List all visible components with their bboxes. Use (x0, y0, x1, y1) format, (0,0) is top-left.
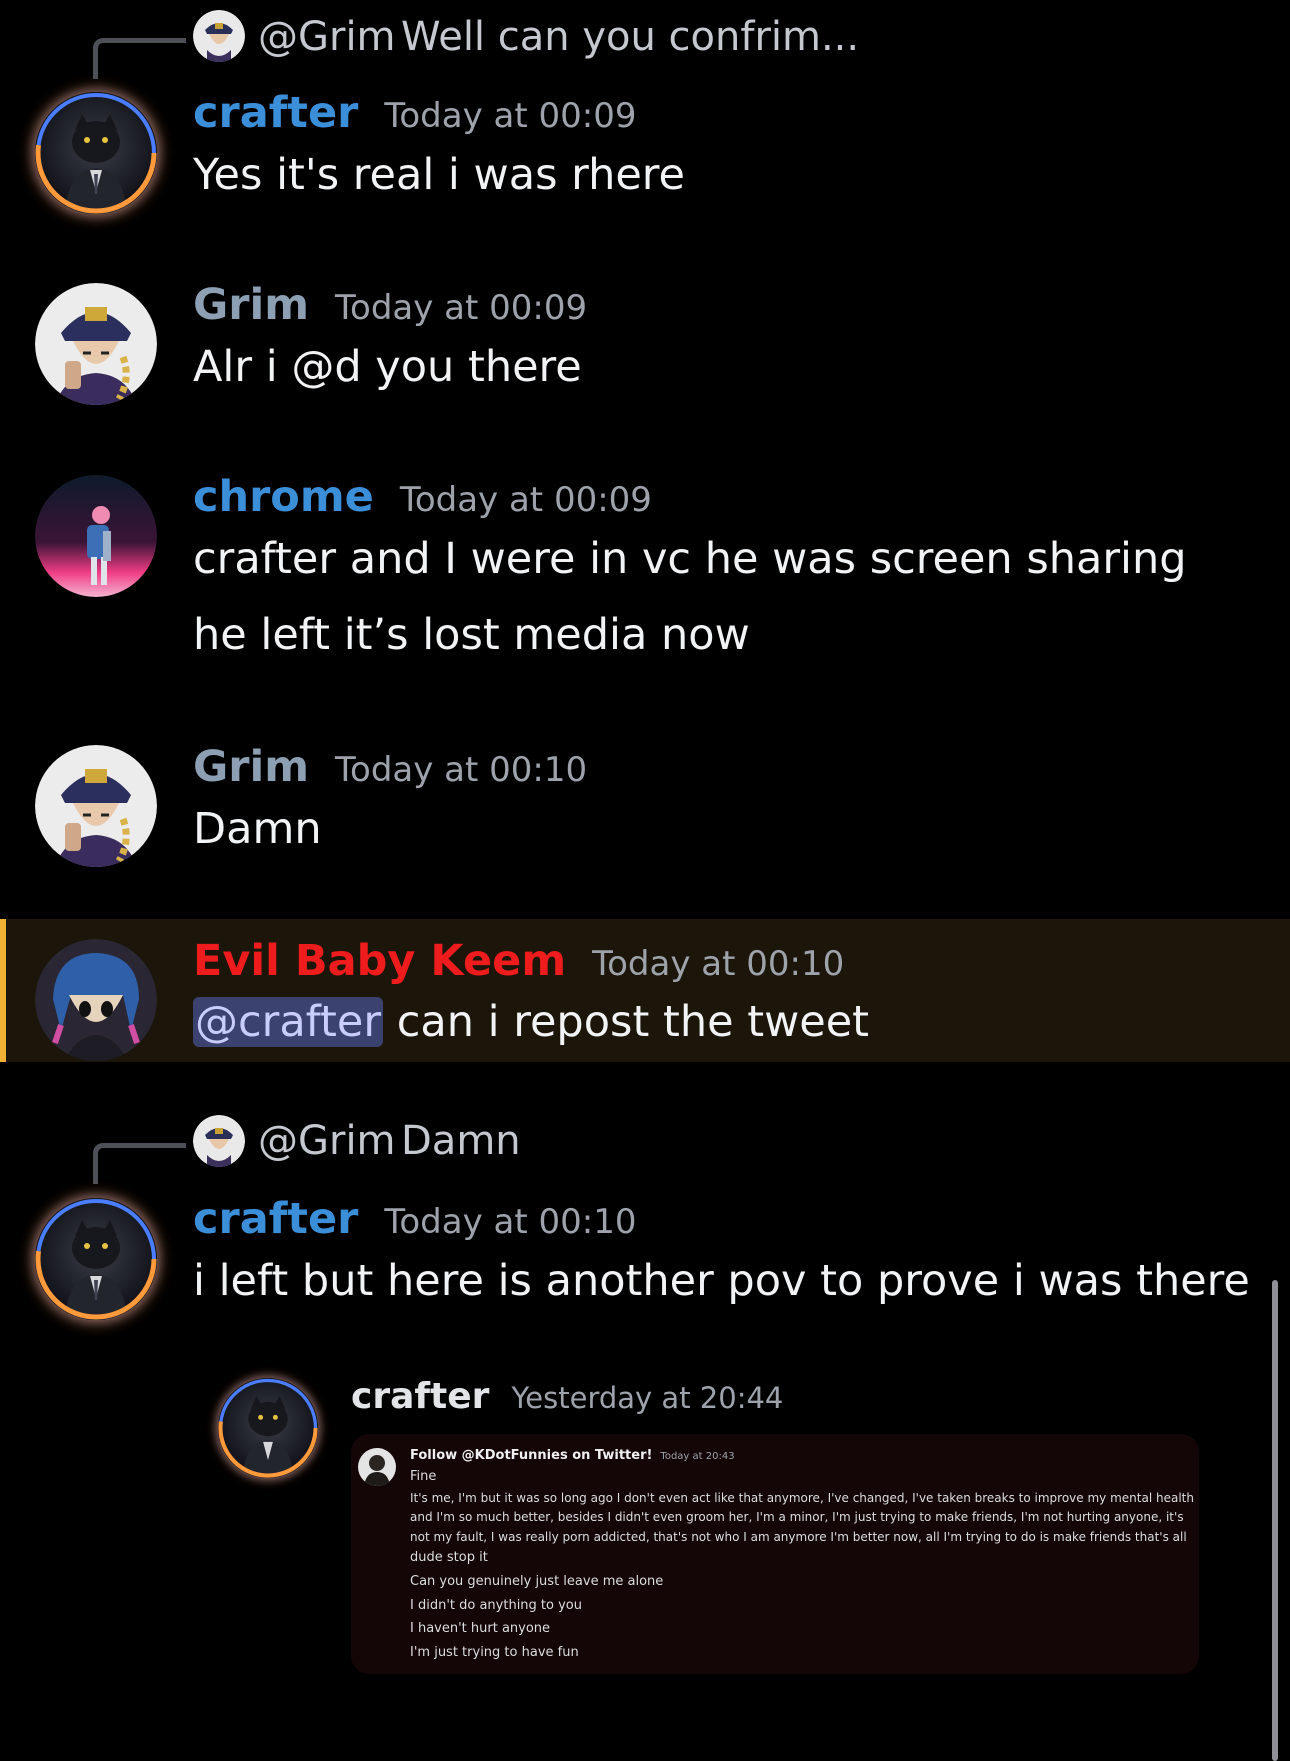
avatar[interactable] (35, 939, 157, 1061)
timestamp: Today at 00:10 (384, 1202, 637, 1242)
message-text: Yes it's real i was rhere (193, 150, 685, 200)
reply-avatar (193, 10, 245, 62)
embed-timestamp: Today at 20:43 (660, 1451, 735, 1462)
message-grim-1: Grim Today at 00:09 Alr i @d you there (0, 280, 1290, 405)
timestamp: Today at 00:09 (384, 96, 637, 136)
timestamp: Today at 00:09 (399, 480, 652, 520)
reply-preview[interactable]: @Grim Damn (0, 1115, 1290, 1184)
message-chrome: chrome Today at 00:09 crafter and I were… (0, 472, 1290, 674)
message-crafter-1: crafter Today at 00:09 Yes it's real i w… (0, 88, 1290, 214)
embed-line: Can you genuinely just leave me alone (410, 1574, 664, 1589)
embed-header: Follow @KDotFunnies on Twitter! Today at… (410, 1448, 735, 1463)
attachment-avatar (218, 1378, 318, 1478)
embed-line: I'm just trying to have fun (410, 1645, 579, 1660)
message-header: crafter Today at 00:09 (193, 88, 636, 138)
embed-username: Follow @KDotFunnies on Twitter! (410, 1448, 653, 1463)
reply-username[interactable]: @Grim (258, 14, 396, 60)
message-body: @crafter can i repost the tweet (193, 997, 869, 1047)
reply-avatar (193, 1115, 245, 1167)
reply-connector (93, 1143, 186, 1184)
embed-line: I didn't do anything to you (410, 1598, 583, 1613)
message-header: chrome Today at 00:09 (193, 472, 652, 522)
message-crafter-2: crafter Today at 00:10 i left but here i… (0, 1194, 1290, 1336)
reply-username[interactable]: @Grim (258, 1118, 396, 1164)
message-text-line-1: crafter and I were in vc he was screen s… (193, 534, 1187, 584)
attachment-username: crafter (351, 1376, 490, 1417)
reply-snippet: Well can you confrim... (401, 14, 860, 60)
attachment-header: crafter Yesterday at 20:44 (351, 1376, 783, 1417)
message-grim-2: Grim Today at 00:10 Damn (0, 742, 1290, 867)
embed-line: and I'm so much better, besides I didn't… (410, 1510, 1184, 1524)
embed-line: dude stop it (410, 1550, 488, 1565)
mention-highlight-bar (0, 919, 6, 1062)
embed-line: I haven't hurt anyone (410, 1621, 551, 1636)
attachment-timestamp: Yesterday at 20:44 (511, 1381, 784, 1415)
avatar[interactable] (35, 92, 157, 214)
attachment-image-content: Follow @KDotFunnies on Twitter! Today at… (351, 1434, 1199, 1674)
timestamp: Today at 00:09 (335, 288, 588, 328)
avatar[interactable] (35, 745, 157, 867)
username[interactable]: chrome (193, 472, 374, 522)
embed-line: not my fault, I was really porn addicted… (410, 1530, 1187, 1544)
message-header: Grim Today at 00:10 (193, 742, 587, 792)
username[interactable]: Grim (193, 742, 309, 792)
message-text-line-2: he left it’s lost media now (193, 610, 750, 660)
timestamp: Today at 00:10 (335, 750, 588, 790)
message-text: Damn (193, 804, 322, 854)
message-header: Evil Baby Keem Today at 00:10 (193, 936, 844, 986)
message-text: i left but here is another pov to prove … (193, 1256, 1250, 1306)
embed-line: It's me, I'm but it was so long ago I do… (410, 1491, 1194, 1505)
embed-line: Fine (410, 1469, 437, 1484)
embed-avatar (358, 1448, 396, 1486)
message-text: can i repost the tweet (396, 997, 870, 1047)
username[interactable]: crafter (193, 1194, 358, 1244)
username[interactable]: Evil Baby Keem (193, 936, 566, 986)
username[interactable]: crafter (193, 88, 358, 138)
user-mention[interactable]: @crafter (193, 997, 384, 1047)
username[interactable]: Grim (193, 280, 309, 330)
timestamp: Today at 00:10 (592, 944, 845, 984)
reply-snippet: Damn (401, 1118, 521, 1164)
message-text: Alr i @d you there (193, 342, 582, 392)
avatar[interactable] (35, 1198, 157, 1320)
avatar[interactable] (35, 283, 157, 405)
reply-preview[interactable]: @Grim Well can you confrim... (0, 8, 1290, 79)
message-header: crafter Today at 00:10 (193, 1194, 636, 1244)
reply-connector (93, 38, 186, 79)
avatar[interactable] (35, 475, 157, 597)
message-header: Grim Today at 00:09 (193, 280, 587, 330)
scrollbar[interactable] (1272, 1280, 1278, 1761)
message-evil-baby-keem: Evil Baby Keem Today at 00:10 @crafter c… (0, 919, 1290, 1062)
